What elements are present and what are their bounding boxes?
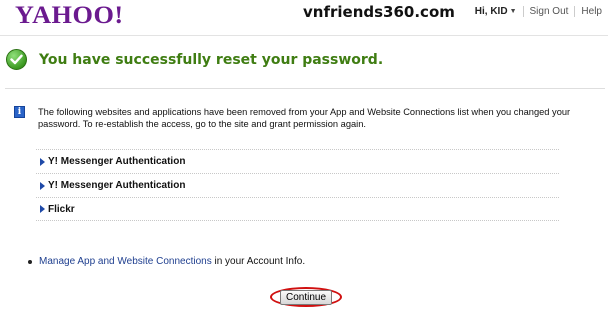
expand-arrow-icon[interactable] (40, 157, 45, 166)
header-divider (0, 35, 608, 36)
chevron-down-icon[interactable]: ▼ (510, 8, 517, 15)
watermark-text: vnfriends360.com (303, 3, 455, 21)
manage-connections-link[interactable]: Manage App and Website Connections (39, 256, 212, 267)
connection-label: Y! Messenger Authentication (48, 156, 186, 167)
manage-connections-row: Manage App and Website Connections in yo… (28, 256, 305, 267)
success-message: You have successfully reset your passwor… (39, 51, 384, 68)
sign-out-link[interactable]: Sign Out (530, 6, 569, 17)
expand-arrow-icon[interactable] (40, 181, 45, 190)
top-nav: Hi, KID ▼ Sign Out Help (475, 6, 602, 17)
continue-button[interactable]: Continue (280, 290, 332, 305)
info-icon: i (14, 106, 25, 118)
connection-label: Flickr (48, 203, 75, 215)
checkmark-icon (6, 49, 27, 70)
bullet-icon (28, 259, 32, 264)
list-item[interactable]: Flickr (36, 197, 559, 221)
page-header: YAHOO! vnfriends360.com Hi, KID ▼ Sign O… (0, 0, 608, 36)
user-greeting[interactable]: Hi, KID (475, 6, 508, 17)
list-item[interactable]: Y! Messenger Authentication (36, 149, 559, 173)
success-banner: You have successfully reset your passwor… (6, 49, 383, 70)
help-link[interactable]: Help (581, 6, 602, 17)
list-item[interactable]: Y! Messenger Authentication (36, 173, 559, 197)
divider (522, 6, 524, 17)
expand-arrow-icon[interactable] (40, 205, 45, 213)
continue-area: Continue (270, 287, 342, 307)
section-divider (5, 88, 605, 89)
manage-suffix: in your Account Info. (211, 256, 306, 267)
connections-list: Y! Messenger Authentication Y! Messenger… (36, 149, 559, 221)
connection-label: Y! Messenger Authentication (48, 180, 186, 191)
divider (574, 6, 576, 17)
yahoo-logo[interactable]: YAHOO! (15, 2, 124, 30)
notice-text: The following websites and applications … (38, 107, 571, 129)
